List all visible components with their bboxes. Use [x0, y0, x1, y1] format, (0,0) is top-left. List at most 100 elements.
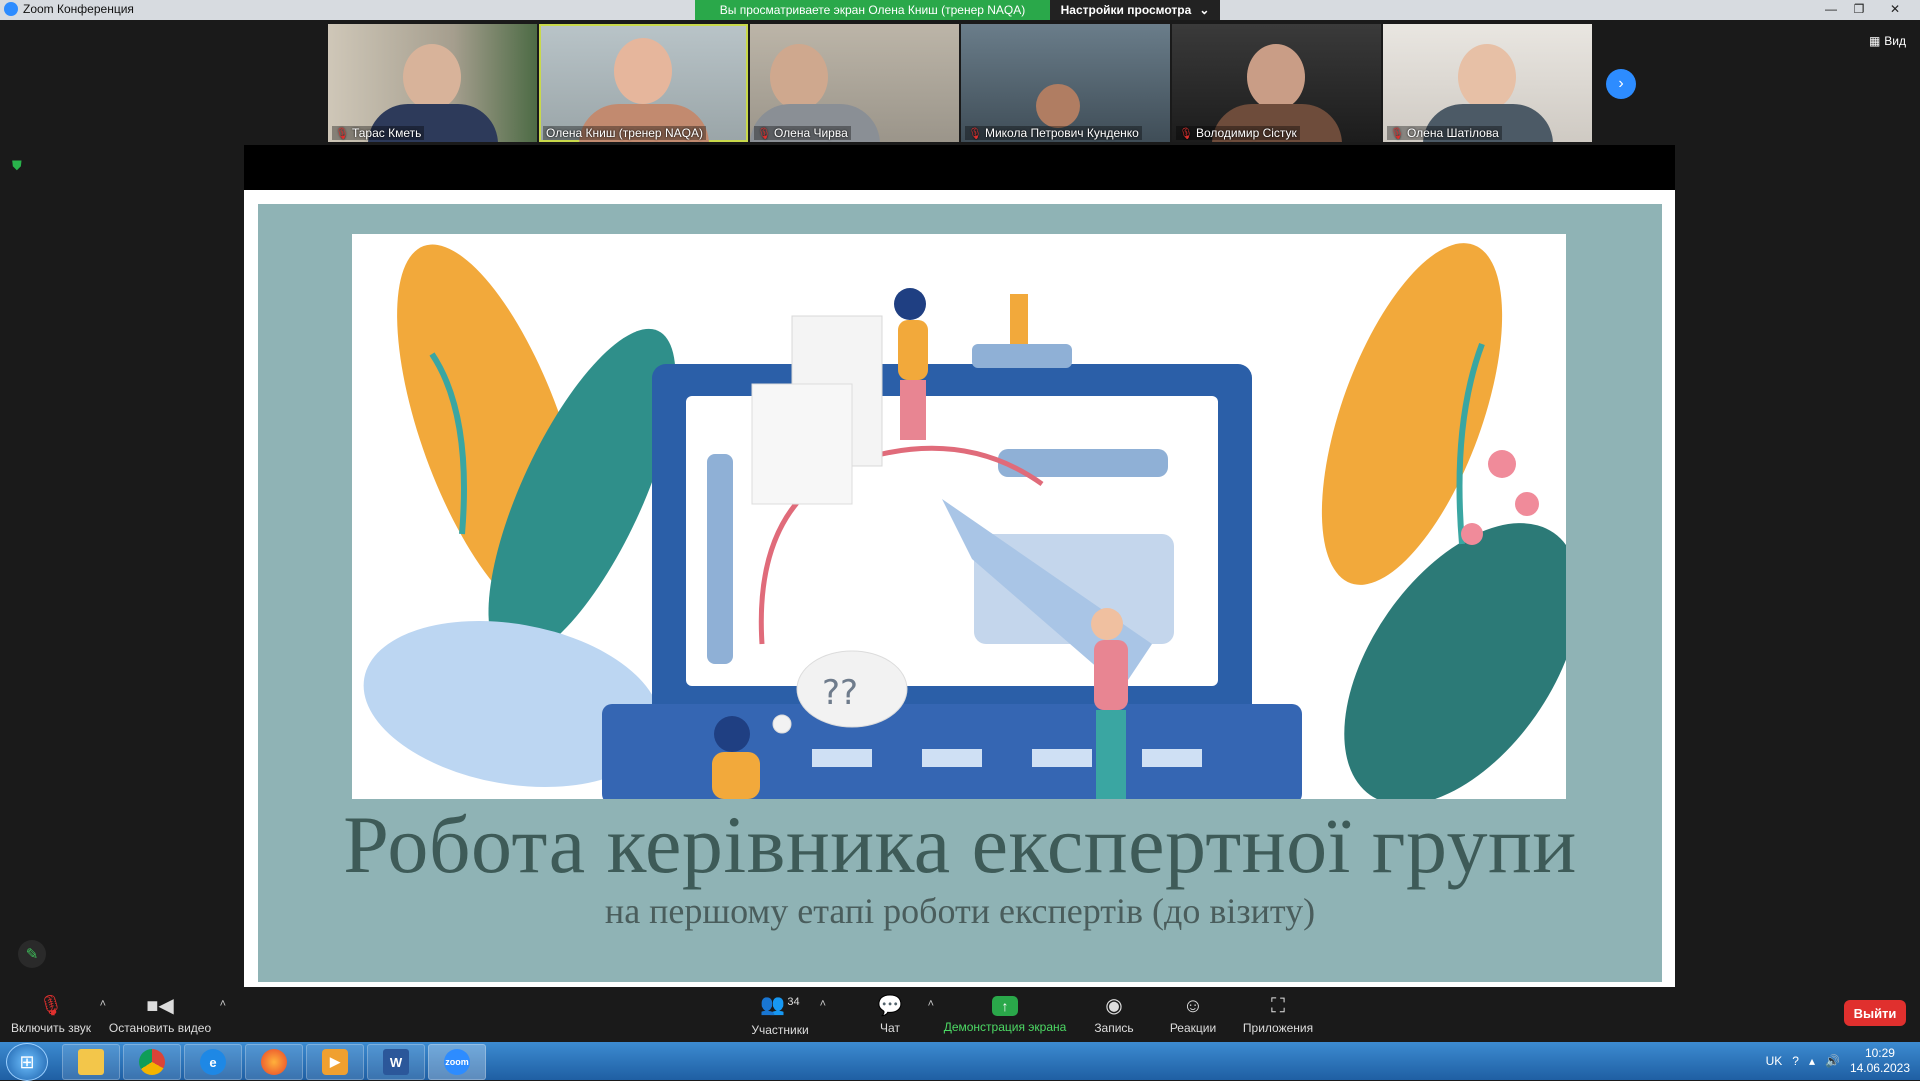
participant-tile-active-speaker[interactable]: Олена Книш (тренер NAQA)	[539, 24, 748, 142]
participant-video	[1036, 84, 1080, 128]
taskbar-zoom[interactable]: zoom	[428, 1044, 486, 1080]
unmute-button[interactable]: 🎙 Включить звук ˄	[10, 988, 106, 1042]
annotate-pen-icon[interactable]: ✎	[18, 940, 46, 968]
chevron-up-icon[interactable]: ˄	[820, 998, 826, 1010]
participant-name-tag: 🎙 Володимир Сістук	[1176, 126, 1300, 140]
zoom-logo-icon	[4, 2, 18, 16]
participants-label: Участники	[751, 1022, 809, 1037]
view-settings-label: Настройки просмотра	[1060, 3, 1192, 17]
taskbar-internet-explorer[interactable]: e	[184, 1044, 242, 1080]
minimize-icon[interactable]: —	[1818, 0, 1844, 18]
apps-label: Приложения	[1242, 1021, 1314, 1035]
participants-count: 34	[787, 995, 800, 1008]
zoom-icon: zoom	[444, 1049, 470, 1075]
participant-name-tag: 🎙 Олена Чирва	[754, 126, 851, 140]
meeting-control-bar: 🎙 Включить звук ˄ ■◀ Остановить видео ˄ …	[0, 988, 1920, 1042]
smile-icon: ☺	[1182, 995, 1204, 1017]
apps-button[interactable]: ⛶ Приложения	[1238, 988, 1318, 1042]
grid-icon: ▦	[1868, 34, 1881, 48]
slide-title: Робота керівника експертної групи	[343, 799, 1577, 890]
taskbar-word[interactable]: W	[367, 1044, 425, 1080]
participants-button[interactable]: 👥 34 Участники ˄	[748, 988, 826, 1042]
network-icon[interactable]: ▴	[1809, 1054, 1815, 1068]
taskbar-explorer[interactable]	[62, 1044, 120, 1080]
unmute-label: Включить звук	[10, 1021, 92, 1035]
participant-name-tag: Олена Книш (тренер NAQA)	[543, 126, 706, 140]
stop-video-label: Остановить видео	[108, 1021, 212, 1035]
mic-muted-icon: 🎙	[757, 127, 771, 140]
app-title: Zoom Конференция	[4, 2, 134, 16]
participant-video	[1247, 44, 1305, 110]
window-title-bar: Zoom Конференция Вы просматриваете экран…	[0, 0, 1920, 20]
word-icon: W	[383, 1049, 409, 1075]
chat-icon: 💬	[877, 995, 903, 1017]
chat-label: Чат	[880, 1021, 900, 1035]
participant-video	[403, 44, 461, 110]
chevron-down-icon: ⌄	[1199, 3, 1210, 17]
leave-button[interactable]: Выйти	[1844, 1000, 1906, 1026]
close-icon[interactable]: ✕	[1874, 0, 1916, 18]
participant-video	[1458, 44, 1516, 110]
chat-button[interactable]: 💬 Чат ˄	[860, 988, 934, 1042]
apps-icon: ⛶	[1271, 995, 1285, 1017]
stop-video-button[interactable]: ■◀ Остановить видео ˄	[108, 988, 226, 1042]
participant-tile[interactable]: 🎙 Олена Чирва	[750, 24, 959, 142]
slide-subtitle: на першому етапі роботи експертів (до ві…	[604, 891, 1316, 931]
thought-bubble-text: ??	[822, 673, 858, 713]
language-indicator[interactable]: UK	[1766, 1054, 1783, 1068]
reactions-label: Реакции	[1169, 1021, 1217, 1035]
shield-check-icon[interactable]: ⛊	[12, 158, 26, 173]
screen-share-banner: Вы просматриваете экран Олена Книш (трен…	[695, 0, 1050, 20]
share-screen-button[interactable]: ↑ Демонстрация экрана	[940, 988, 1070, 1042]
mic-muted-icon: 🎙	[1390, 127, 1404, 140]
participant-tile[interactable]: 🎙 Володимир Сістук	[1172, 24, 1381, 142]
windows-start-icon[interactable]: ⊞	[6, 1043, 48, 1081]
people-icon: 👥 34	[760, 993, 800, 1016]
taskbar-media-player[interactable]: ▶	[306, 1044, 364, 1080]
participant-video	[770, 44, 828, 110]
participant-tile[interactable]: 🎙 Тарас Кметь	[328, 24, 537, 142]
taskbar-firefox[interactable]	[245, 1044, 303, 1080]
slide-illustration: ??	[352, 234, 1566, 799]
participant-tile[interactable]: 🎙 Микола Петрович Кунденко	[961, 24, 1170, 142]
participant-video	[614, 38, 672, 104]
participant-tile[interactable]: 🎙 Олена Шатілова	[1383, 24, 1592, 142]
chevron-up-icon[interactable]: ˄	[928, 998, 934, 1010]
media-player-icon: ▶	[322, 1049, 348, 1075]
internet-explorer-icon: e	[200, 1049, 226, 1075]
clock[interactable]: 10:29 14.06.2023	[1850, 1046, 1910, 1076]
record-label: Запись	[1094, 1021, 1134, 1035]
mic-muted-icon: 🎙	[1179, 127, 1193, 140]
mic-off-icon: 🎙	[38, 995, 64, 1017]
mic-muted-icon: 🎙	[968, 127, 982, 140]
view-settings-button[interactable]: Настройки просмотра ⌄	[1050, 0, 1220, 20]
clock-time: 10:29	[1864, 1046, 1895, 1060]
folder-icon	[78, 1049, 104, 1075]
mic-muted-icon: 🎙	[335, 127, 349, 140]
record-icon: ◉	[1105, 995, 1123, 1017]
help-icon[interactable]: ?	[1792, 1054, 1799, 1068]
chrome-icon	[139, 1049, 165, 1075]
chevron-right-icon[interactable]: ›	[1606, 69, 1636, 99]
chevron-up-icon[interactable]: ˄	[100, 998, 106, 1010]
window-controls: — ❐ ✕	[1818, 0, 1916, 18]
system-tray: UK ? ▴ 🔊 10:29 14.06.2023	[1766, 1042, 1910, 1080]
video-strip: 🎙 Тарас Кметь Олена Книш (тренер NAQA) 🎙 О…	[328, 24, 1592, 142]
share-arrow-icon: ↑	[992, 996, 1018, 1016]
windows-taskbar: ⊞ e ▶ W zoom UK ? ▴ 🔊 10:29 14.06.2023	[0, 1042, 1920, 1081]
shared-screen-black-bar	[244, 145, 1675, 190]
presentation-slide: ?? Робота керівника експертної групи на …	[258, 204, 1662, 982]
restore-icon[interactable]: ❐	[1846, 0, 1872, 18]
taskbar-chrome[interactable]	[123, 1044, 181, 1080]
chevron-up-icon[interactable]: ˄	[220, 998, 226, 1010]
record-button[interactable]: ◉ Запись	[1083, 988, 1145, 1042]
camera-icon: ■◀	[146, 995, 174, 1017]
participant-name-tag: 🎙 Микола Петрович Кунденко	[965, 126, 1142, 140]
firefox-icon	[261, 1049, 287, 1075]
view-button[interactable]: ▦ Вид	[1869, 34, 1906, 48]
volume-icon[interactable]: 🔊	[1825, 1054, 1840, 1068]
reactions-button[interactable]: ☺ Реакции	[1162, 988, 1224, 1042]
share-screen-label: Демонстрация экрана	[943, 1020, 1067, 1034]
window-title: Zoom Конференция	[23, 2, 134, 16]
clock-date: 14.06.2023	[1849, 1061, 1910, 1075]
